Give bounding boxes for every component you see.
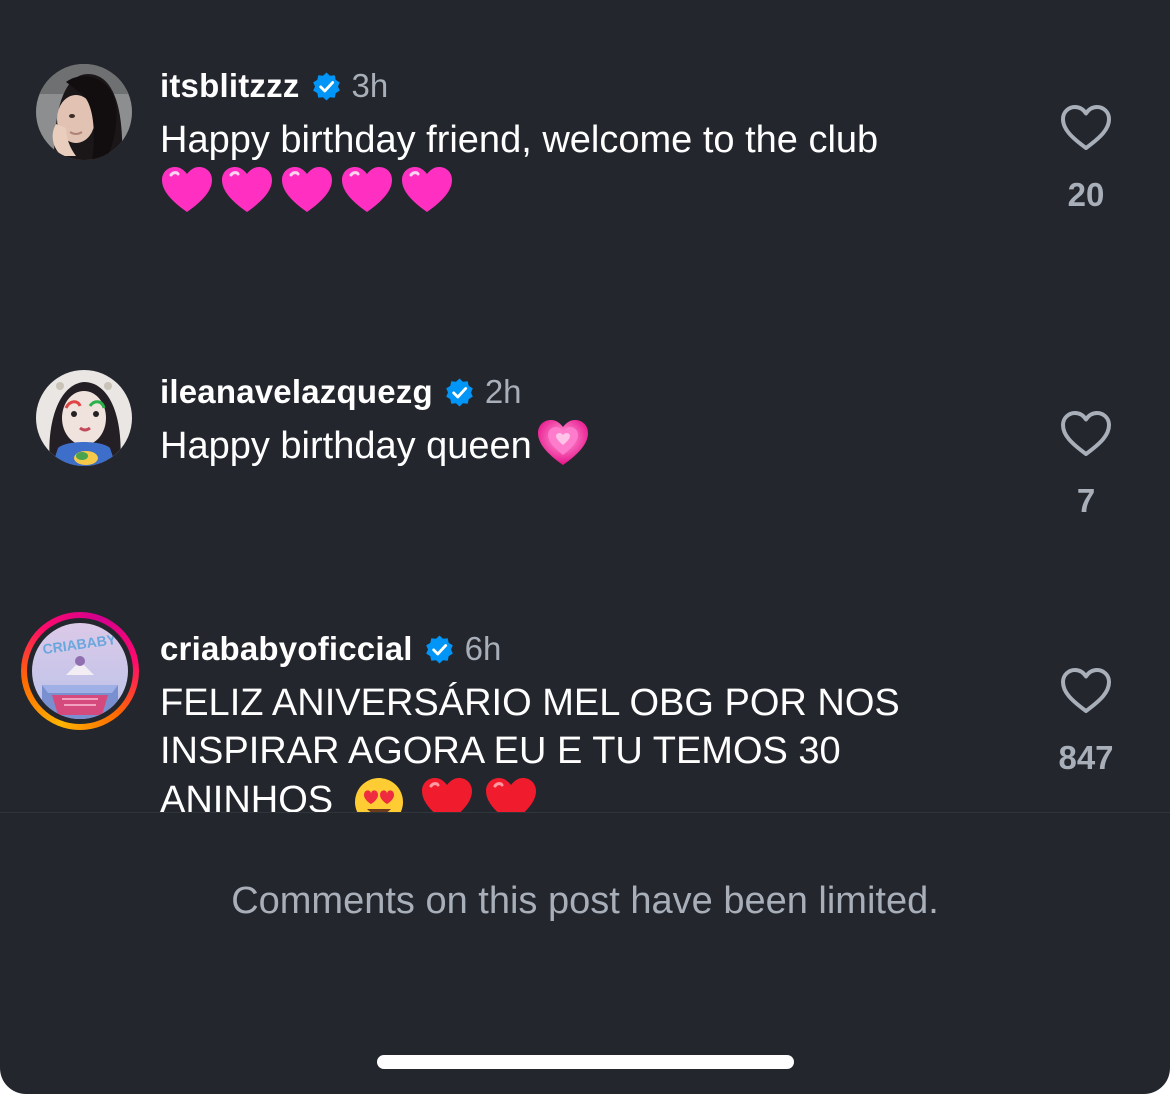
story-ring[interactable]: CRIABABY <box>21 612 139 730</box>
like-button[interactable] <box>1060 667 1112 715</box>
verified-badge-icon <box>424 634 455 665</box>
comment-time: 2h <box>484 373 522 410</box>
pink-heart-emoji-icon <box>400 164 454 218</box>
emoji-row <box>160 164 1020 218</box>
username[interactable]: criababyoficcial <box>160 630 413 668</box>
verified-badge-icon <box>311 71 342 102</box>
like-count: 847 <box>1058 739 1114 776</box>
home-indicator[interactable] <box>377 1055 794 1069</box>
heart-eyes-face-emoji-icon <box>352 775 406 812</box>
like-count: 20 <box>1067 176 1105 213</box>
like-button[interactable] <box>1060 104 1112 152</box>
like-button[interactable] <box>1060 410 1112 458</box>
comment-text-line: ANINHOS <box>160 779 334 812</box>
comment-text: Happy birthday queen <box>160 425 532 467</box>
comment-body: Happy birthday friend, welcome to the cl… <box>160 116 1020 218</box>
comment-text-line: INSPIRAR AGORA EU E TU TEMOS 30 <box>160 730 841 772</box>
comments-list[interactable]: itsblitzzz 3h Happy birthday friend, wel… <box>0 0 1170 812</box>
divider <box>0 812 1170 813</box>
comment-time: 6h <box>464 630 502 667</box>
red-heart-emoji-icon <box>484 775 538 812</box>
comment-header: itsblitzzz 3h <box>160 64 388 108</box>
comment-body: FELIZ ANIVERSÁRIO MEL OBG POR NOS INSPIR… <box>160 679 1020 812</box>
heart-outline-icon <box>1061 411 1111 456</box>
comments-sheet: itsblitzzz 3h Happy birthday friend, wel… <box>0 0 1170 1094</box>
username[interactable]: itsblitzzz <box>160 67 300 105</box>
avatar[interactable] <box>36 64 132 160</box>
like-count: 7 <box>1076 482 1096 519</box>
comment-header: ileanavelazquezg 2h <box>160 370 522 414</box>
pink-heart-emoji-icon <box>280 164 334 218</box>
avatar[interactable] <box>36 370 132 466</box>
pink-heart-emoji-icon <box>160 164 214 218</box>
comment-body: Happy birthday queen <box>160 419 1020 471</box>
comment-time: 3h <box>351 67 389 104</box>
username[interactable]: ileanavelazquezg <box>160 373 433 411</box>
verified-badge-icon <box>444 377 475 408</box>
comment-text-line-with-emojis: ANINHOS <box>160 775 1020 812</box>
comment-header: criababyoficcial 6h <box>160 627 501 671</box>
comments-limited-notice: Comments on this post have been limited. <box>231 880 939 922</box>
avatar[interactable]: CRIABABY <box>32 623 128 719</box>
comment-text: Happy birthday friend, welcome to the cl… <box>160 119 879 161</box>
heart-outline-icon <box>1061 668 1111 713</box>
red-heart-emoji-icon <box>420 775 474 812</box>
heart-outline-icon <box>1061 105 1111 150</box>
sparkling-heart-emoji-icon <box>536 417 590 471</box>
pink-heart-emoji-icon <box>340 164 394 218</box>
comment-text-line: FELIZ ANIVERSÁRIO MEL OBG POR NOS <box>160 682 900 724</box>
pink-heart-emoji-icon <box>220 164 274 218</box>
